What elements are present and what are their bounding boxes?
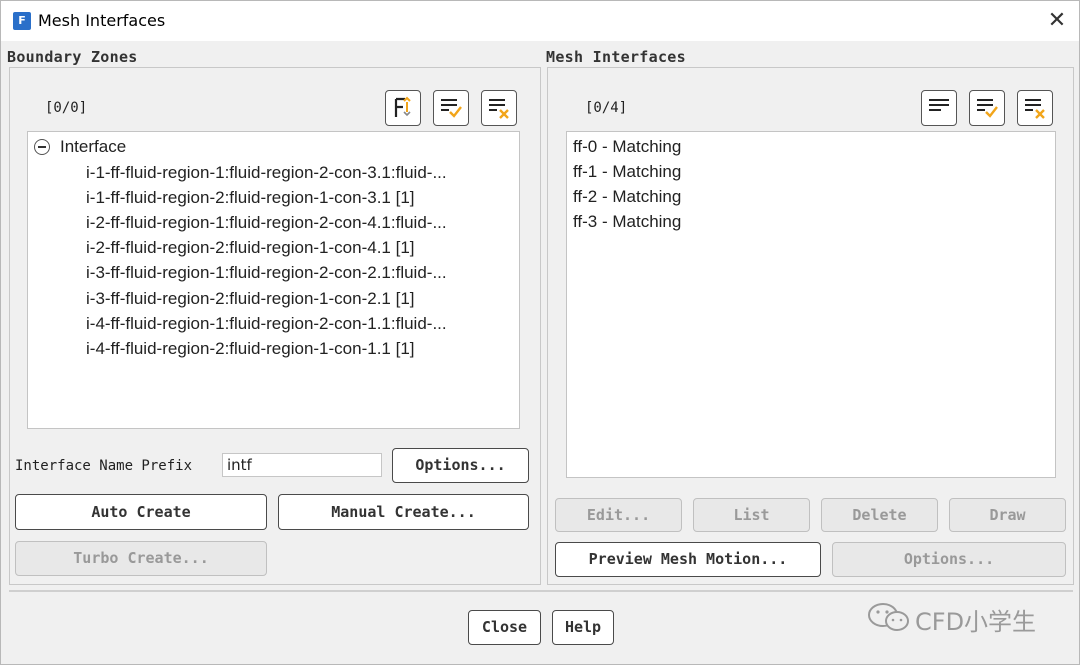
edit-button[interactable]: Edit... (555, 498, 682, 532)
list-item[interactable]: i-2-ff-fluid-region-1:fluid-region-2-con… (86, 213, 447, 233)
close-icon[interactable]: ✕ (1041, 5, 1073, 37)
title-bar[interactable]: F Mesh Interfaces ✕ (1, 1, 1079, 41)
interface-name-prefix-label: Interface Name Prefix (15, 458, 193, 474)
filter-list-button[interactable] (385, 90, 421, 126)
mesh-interfaces-label: Mesh Interfaces (546, 48, 686, 66)
manual-create-button[interactable]: Manual Create... (278, 494, 529, 530)
draw-button[interactable]: Draw (949, 498, 1066, 532)
list-button[interactable]: List (693, 498, 810, 532)
interface-name-prefix-input[interactable] (222, 453, 382, 477)
select-all-button[interactable] (969, 90, 1005, 126)
watermark-text: CFD小学生 (915, 608, 1037, 636)
help-button[interactable]: Help (552, 610, 614, 645)
preview-mesh-motion-button[interactable]: Preview Mesh Motion... (555, 542, 821, 577)
mesh-options-button[interactable]: Options... (832, 542, 1066, 577)
filter-list-button[interactable] (921, 90, 957, 126)
mesh-interfaces-dialog: F Mesh Interfaces ✕ Boundary Zones [0/0]… (0, 0, 1080, 665)
list-item[interactable]: i-1-ff-fluid-region-1:fluid-region-2-con… (86, 163, 447, 183)
boundary-options-button[interactable]: Options... (392, 448, 529, 483)
close-button[interactable]: Close (468, 610, 541, 645)
list-item[interactable]: ff-3 - Matching (573, 212, 681, 232)
boundary-zones-list[interactable]: Interface i-1-ff-fluid-region-1:fluid-re… (27, 131, 520, 429)
select-all-icon (441, 99, 462, 118)
mesh-interfaces-list[interactable]: ff-0 - Matching ff-1 - Matching ff-2 - M… (566, 131, 1056, 478)
auto-create-button[interactable]: Auto Create (15, 494, 267, 530)
deselect-all-icon (1025, 99, 1045, 119)
tree-collapse-icon[interactable] (34, 139, 50, 155)
list-item[interactable]: ff-1 - Matching (573, 162, 681, 182)
list-item[interactable]: ff-0 - Matching (573, 137, 681, 157)
deselect-all-icon (489, 99, 509, 119)
delete-button[interactable]: Delete (821, 498, 938, 532)
list-item[interactable]: i-4-ff-fluid-region-1:fluid-region-2-con… (86, 314, 447, 334)
deselect-all-button[interactable] (1017, 90, 1053, 126)
select-all-button[interactable] (433, 90, 469, 126)
deselect-all-button[interactable] (481, 90, 517, 126)
filter-list-icon (394, 96, 411, 117)
list-item[interactable]: i-3-ff-fluid-region-1:fluid-region-2-con… (86, 263, 447, 283)
boundary-zones-counter: [0/0] (45, 100, 88, 116)
list-item[interactable]: i-3-ff-fluid-region-2:fluid-region-1-con… (86, 289, 415, 309)
select-all-icon (977, 99, 998, 118)
app-icon: F (13, 12, 31, 30)
tree-node-interface[interactable]: Interface (60, 137, 126, 157)
window-title: Mesh Interfaces (38, 11, 166, 30)
filter-list-icon (929, 99, 949, 111)
mesh-interfaces-counter: [0/4] (585, 100, 628, 116)
boundary-zones-label: Boundary Zones (7, 48, 138, 66)
wechat-logo-icon (868, 603, 909, 631)
turbo-create-button[interactable]: Turbo Create... (15, 541, 267, 576)
list-item[interactable]: ff-2 - Matching (573, 187, 681, 207)
list-item[interactable]: i-1-ff-fluid-region-2:fluid-region-1-con… (86, 188, 415, 208)
list-item[interactable]: i-4-ff-fluid-region-2:fluid-region-1-con… (86, 339, 415, 359)
list-item[interactable]: i-2-ff-fluid-region-2:fluid-region-1-con… (86, 238, 415, 258)
footer-divider (9, 590, 1073, 592)
